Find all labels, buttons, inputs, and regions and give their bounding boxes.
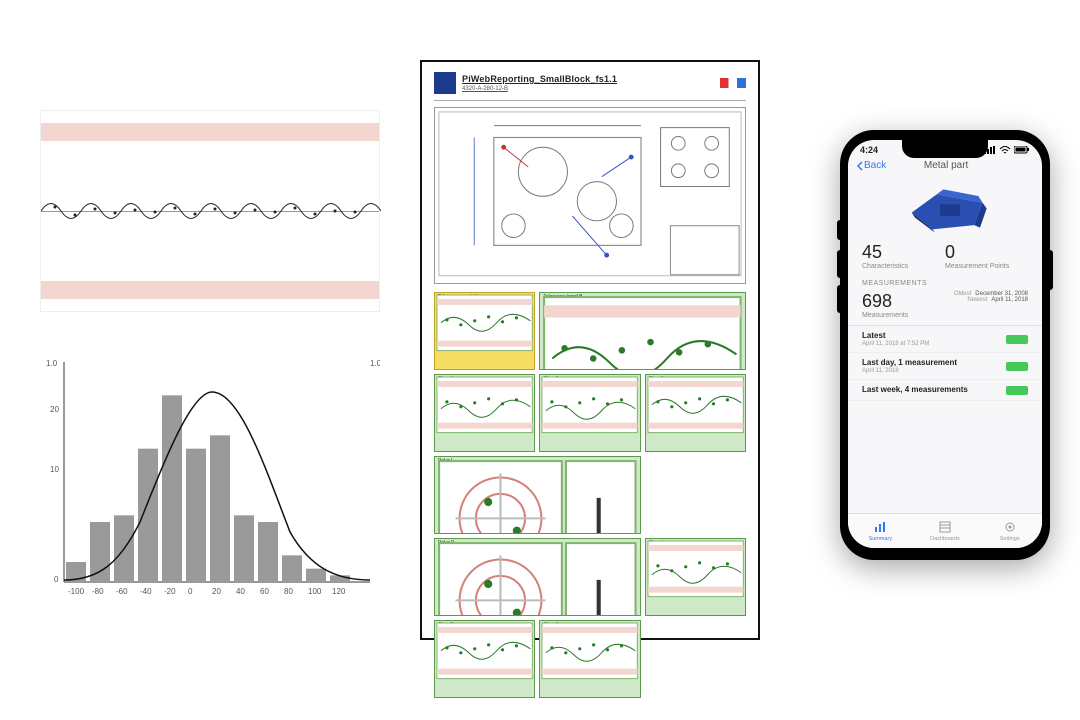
report-tile: Char 4 <box>645 538 746 616</box>
measurement-report: PiWebReporting_SmallBlock_fs1.1 4320-A-2… <box>420 60 760 640</box>
grid-icon <box>939 521 951 535</box>
report-title: PiWebReporting_SmallBlock_fs1.1 <box>462 74 617 84</box>
report-tile: Char 6 <box>539 620 640 698</box>
status-badge <box>1006 362 1028 371</box>
tab-settings[interactable]: Settings <box>977 514 1042 548</box>
measurements-value: 698 <box>862 291 908 312</box>
status-time: 4:24 <box>860 145 878 155</box>
report-subtitle: 4320-A-280-12-B <box>462 86 617 92</box>
svg-text:10: 10 <box>50 465 59 474</box>
measurements-label: Measurements <box>862 312 908 319</box>
svg-text:1.0: 1.0 <box>370 359 380 368</box>
status-icons <box>984 145 1030 155</box>
svg-text:-20: -20 <box>164 587 176 596</box>
report-tile: Tolerance trend A <box>434 292 535 370</box>
svg-text:20: 20 <box>212 587 221 596</box>
report-tile: Char 2 <box>539 374 640 452</box>
characteristics-label: Characteristics <box>862 263 945 270</box>
screen-title: Metal part <box>886 160 1006 171</box>
tab-summary[interactable]: Summary <box>848 514 913 548</box>
run-chart <box>40 110 380 312</box>
flag-icon <box>720 78 746 88</box>
gear-icon <box>1004 521 1016 535</box>
svg-text:20: 20 <box>50 405 59 414</box>
svg-text:-60: -60 <box>116 587 128 596</box>
report-tile: Polar R <box>434 538 641 616</box>
back-button[interactable]: Back <box>856 160 886 171</box>
list-item[interactable]: Last week, 4 measurements <box>848 380 1042 401</box>
phone-mockup: 4:24 Back Metal part <box>840 130 1050 560</box>
svg-text:0: 0 <box>54 575 59 584</box>
svg-text:60: 60 <box>260 587 269 596</box>
status-badge <box>1006 386 1028 395</box>
part-render <box>848 174 1042 238</box>
bars-icon <box>874 521 886 535</box>
svg-text:120: 120 <box>332 587 346 596</box>
svg-text:1.0: 1.0 <box>46 359 58 368</box>
svg-text:100: 100 <box>308 587 322 596</box>
measurement-list: LatestApril 11, 2018 at 7:52 PMLast day,… <box>848 325 1042 401</box>
svg-text:-100: -100 <box>68 587 85 596</box>
report-tile: Char 3 <box>645 374 746 452</box>
report-tile: Char 1 <box>434 374 535 452</box>
histogram-chart: -100-80-60-40-20020406080100120 1.0 1.0 … <box>40 352 380 612</box>
points-label: Measurement Points <box>945 263 1028 270</box>
svg-text:0: 0 <box>188 587 193 596</box>
report-tile: Char 5 <box>434 620 535 698</box>
status-badge <box>1006 335 1028 344</box>
points-value: 0 <box>945 242 1028 263</box>
report-tile: Polar L <box>434 456 641 534</box>
svg-text:-80: -80 <box>92 587 104 596</box>
chevron-left-icon <box>856 161 863 171</box>
characteristics-value: 45 <box>862 242 945 263</box>
chart-tile-grid: Tolerance trend A Tolerance trend B Char… <box>434 292 746 698</box>
svg-text:-40: -40 <box>140 587 152 596</box>
report-tile: Tolerance trend B <box>539 292 746 370</box>
zeiss-logo-icon <box>434 72 456 94</box>
svg-text:80: 80 <box>284 587 293 596</box>
list-item[interactable]: LatestApril 11, 2018 at 7:52 PM <box>848 326 1042 353</box>
tab-dashboards[interactable]: Dashboards <box>913 514 978 548</box>
svg-text:40: 40 <box>236 587 245 596</box>
section-header: MEASUREMENTS <box>848 276 1042 289</box>
technical-drawing <box>434 107 746 284</box>
list-item[interactable]: Last day, 1 measurementApril 11, 2018 <box>848 353 1042 380</box>
